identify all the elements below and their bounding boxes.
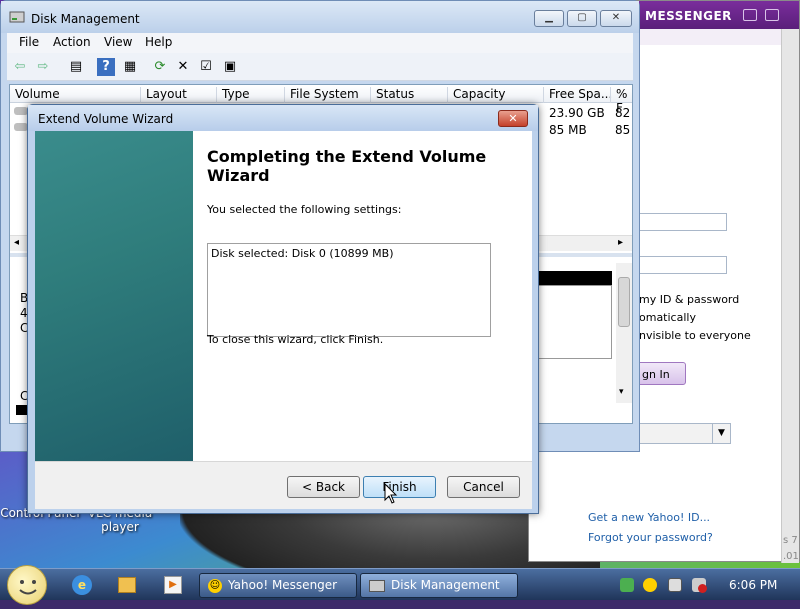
menu-help[interactable]: Help <box>145 35 172 49</box>
start-orb[interactable] <box>7 565 47 605</box>
checkmark-icon[interactable]: ☑ <box>197 58 215 76</box>
wizard-close-button[interactable]: ✕ <box>498 110 528 127</box>
finish-button[interactable]: Finish <box>363 476 436 498</box>
scroll-right-icon[interactable]: ▸ <box>618 237 623 248</box>
wizard-heading-line2: Wizard <box>207 166 270 185</box>
disk-partition-bar <box>538 271 612 285</box>
toolbar: ⇦ ⇨ ▤ ? ▦ ⟳ ✕ ☑ ▣ <box>7 53 633 81</box>
forward-arrow-icon[interactable]: ⇨ <box>34 58 52 76</box>
settings-box[interactable]: Disk selected: Disk 0 (10899 MB) <box>207 243 491 337</box>
delete-icon[interactable]: ✕ <box>174 58 192 76</box>
menu-action[interactable]: Action <box>53 35 91 49</box>
close-button[interactable]: ✕ <box>600 10 632 27</box>
console-tree-icon[interactable]: ▤ <box>67 58 85 76</box>
wizard-side-banner <box>35 131 193 461</box>
settings-text: Disk selected: Disk 0 (10899 MB) <box>211 247 394 260</box>
volume-drive-icon <box>14 107 28 115</box>
yahoo-version-1: s 7 <box>783 535 798 546</box>
maximize-button[interactable]: ▢ <box>567 10 597 27</box>
smiley-icon <box>19 580 37 595</box>
row-percent-free: 85 <box>615 123 631 137</box>
extend-volume-wizard: Extend Volume Wizard ✕ Completing the Ex… <box>27 104 539 514</box>
selected-settings-label: You selected the following settings: <box>207 203 402 216</box>
menu-bar: File Action View Help <box>7 33 633 53</box>
remember-checkbox-label[interactable]: my ID & password <box>639 293 739 306</box>
column-headers: Volume Layout Type File System Status Ca… <box>10 85 632 115</box>
yahoo-side-panel <box>781 29 799 563</box>
disk-mgmt-titlebar: Disk Management ▁ ▢ ✕ <box>1 1 639 33</box>
close-instruction: To close this wizard, click Finish. <box>207 333 384 346</box>
internet-explorer-icon[interactable]: e <box>72 575 92 595</box>
taskbar-disk-label: Disk Management <box>391 578 500 592</box>
menu-file[interactable]: File <box>19 35 39 49</box>
disk-mgmt-title: Disk Management <box>31 12 140 26</box>
volume-muted-icon[interactable] <box>692 578 707 593</box>
chevron-down-icon: ▼ <box>712 424 730 443</box>
row-free-space: 85 MB <box>549 123 587 137</box>
mouse-pointer-icon <box>384 483 398 504</box>
col-capacity[interactable]: Capacity <box>447 87 505 103</box>
disk-management-icon <box>9 11 25 23</box>
yahoo-title: MESSENGER <box>645 9 732 23</box>
menu-view[interactable]: View <box>104 35 132 49</box>
scroll-left-icon[interactable]: ◂ <box>14 237 19 248</box>
forgot-password-link[interactable]: Forgot your password? <box>588 531 713 544</box>
col-layout[interactable]: Layout <box>140 87 187 103</box>
back-button[interactable]: < Back <box>287 476 360 498</box>
wizard-body: Completing the Extend Volume Wizard You … <box>35 131 532 461</box>
wizard-heading: Completing the Extend Volume Wizard <box>207 147 486 185</box>
col-type[interactable]: Type <box>216 87 250 103</box>
taskbar-yahoo-label: Yahoo! Messenger <box>228 578 338 592</box>
taskbar-disk-management[interactable]: Disk Management <box>360 573 518 598</box>
media-player-icon[interactable]: ▶ <box>164 576 182 594</box>
wizard-titlebar: Extend Volume Wizard <box>28 105 538 131</box>
col-percent-free[interactable]: % F <box>610 87 632 115</box>
col-status[interactable]: Status <box>370 87 414 103</box>
yahoo-close-button[interactable] <box>765 9 779 21</box>
wizard-title: Extend Volume Wizard <box>38 112 174 126</box>
clock[interactable]: 6:06 PM <box>729 578 777 592</box>
yahoo-version-2: .01 <box>783 551 799 562</box>
wizard-footer: < Back Finish Cancel <box>35 461 532 509</box>
monitor-icon[interactable] <box>668 578 682 592</box>
get-yahoo-id-link[interactable]: Get a new Yahoo! ID... <box>588 511 710 524</box>
wizard-heading-line1: Completing the Extend Volume <box>207 147 487 166</box>
disk-icon[interactable]: ▣ <box>221 58 239 76</box>
cancel-button[interactable]: Cancel <box>447 476 520 498</box>
col-file-system[interactable]: File System <box>284 87 359 103</box>
auto-signin-label[interactable]: omatically <box>639 311 696 324</box>
scroll-down-icon[interactable]: ▾ <box>619 387 624 397</box>
taskbar-yahoo-messenger[interactable]: ☺ Yahoo! Messenger <box>199 573 357 598</box>
disk-management-icon <box>369 580 385 592</box>
col-free-space[interactable]: Free Spa... <box>543 87 612 103</box>
yahoo-id-field[interactable] <box>639 213 727 231</box>
muted-badge-icon <box>698 584 707 593</box>
yahoo-password-field[interactable] <box>639 256 727 274</box>
row-percent-free: 82 <box>615 106 631 120</box>
yahoo-smiley-icon: ☺ <box>208 579 222 593</box>
yahoo-status-dropdown[interactable]: ▼ <box>629 423 731 444</box>
disk-partition-block[interactable] <box>538 285 612 359</box>
yahoo-tray-icon[interactable] <box>643 578 657 592</box>
scrollbar-thumb[interactable] <box>618 277 630 327</box>
folder-icon[interactable] <box>118 577 136 593</box>
help-icon[interactable]: ? <box>97 58 115 76</box>
properties-icon[interactable]: ▦ <box>121 58 139 76</box>
minimize-button[interactable]: ▁ <box>534 10 564 27</box>
row-free-space: 23.90 GB <box>549 106 605 120</box>
vertical-scrollbar[interactable]: ▾ <box>616 263 632 403</box>
col-volume[interactable]: Volume <box>10 87 60 103</box>
network-icon[interactable] <box>620 578 634 592</box>
yahoo-minimize-button[interactable] <box>743 9 757 21</box>
volume-drive-icon <box>14 123 28 131</box>
back-arrow-icon[interactable]: ⇦ <box>11 58 29 76</box>
invisible-label[interactable]: nvisible to everyone <box>639 329 751 342</box>
refresh-icon[interactable]: ⟳ <box>151 58 169 76</box>
taskbar: e ▶ ☺ Yahoo! Messenger Disk Management 6… <box>0 565 800 605</box>
